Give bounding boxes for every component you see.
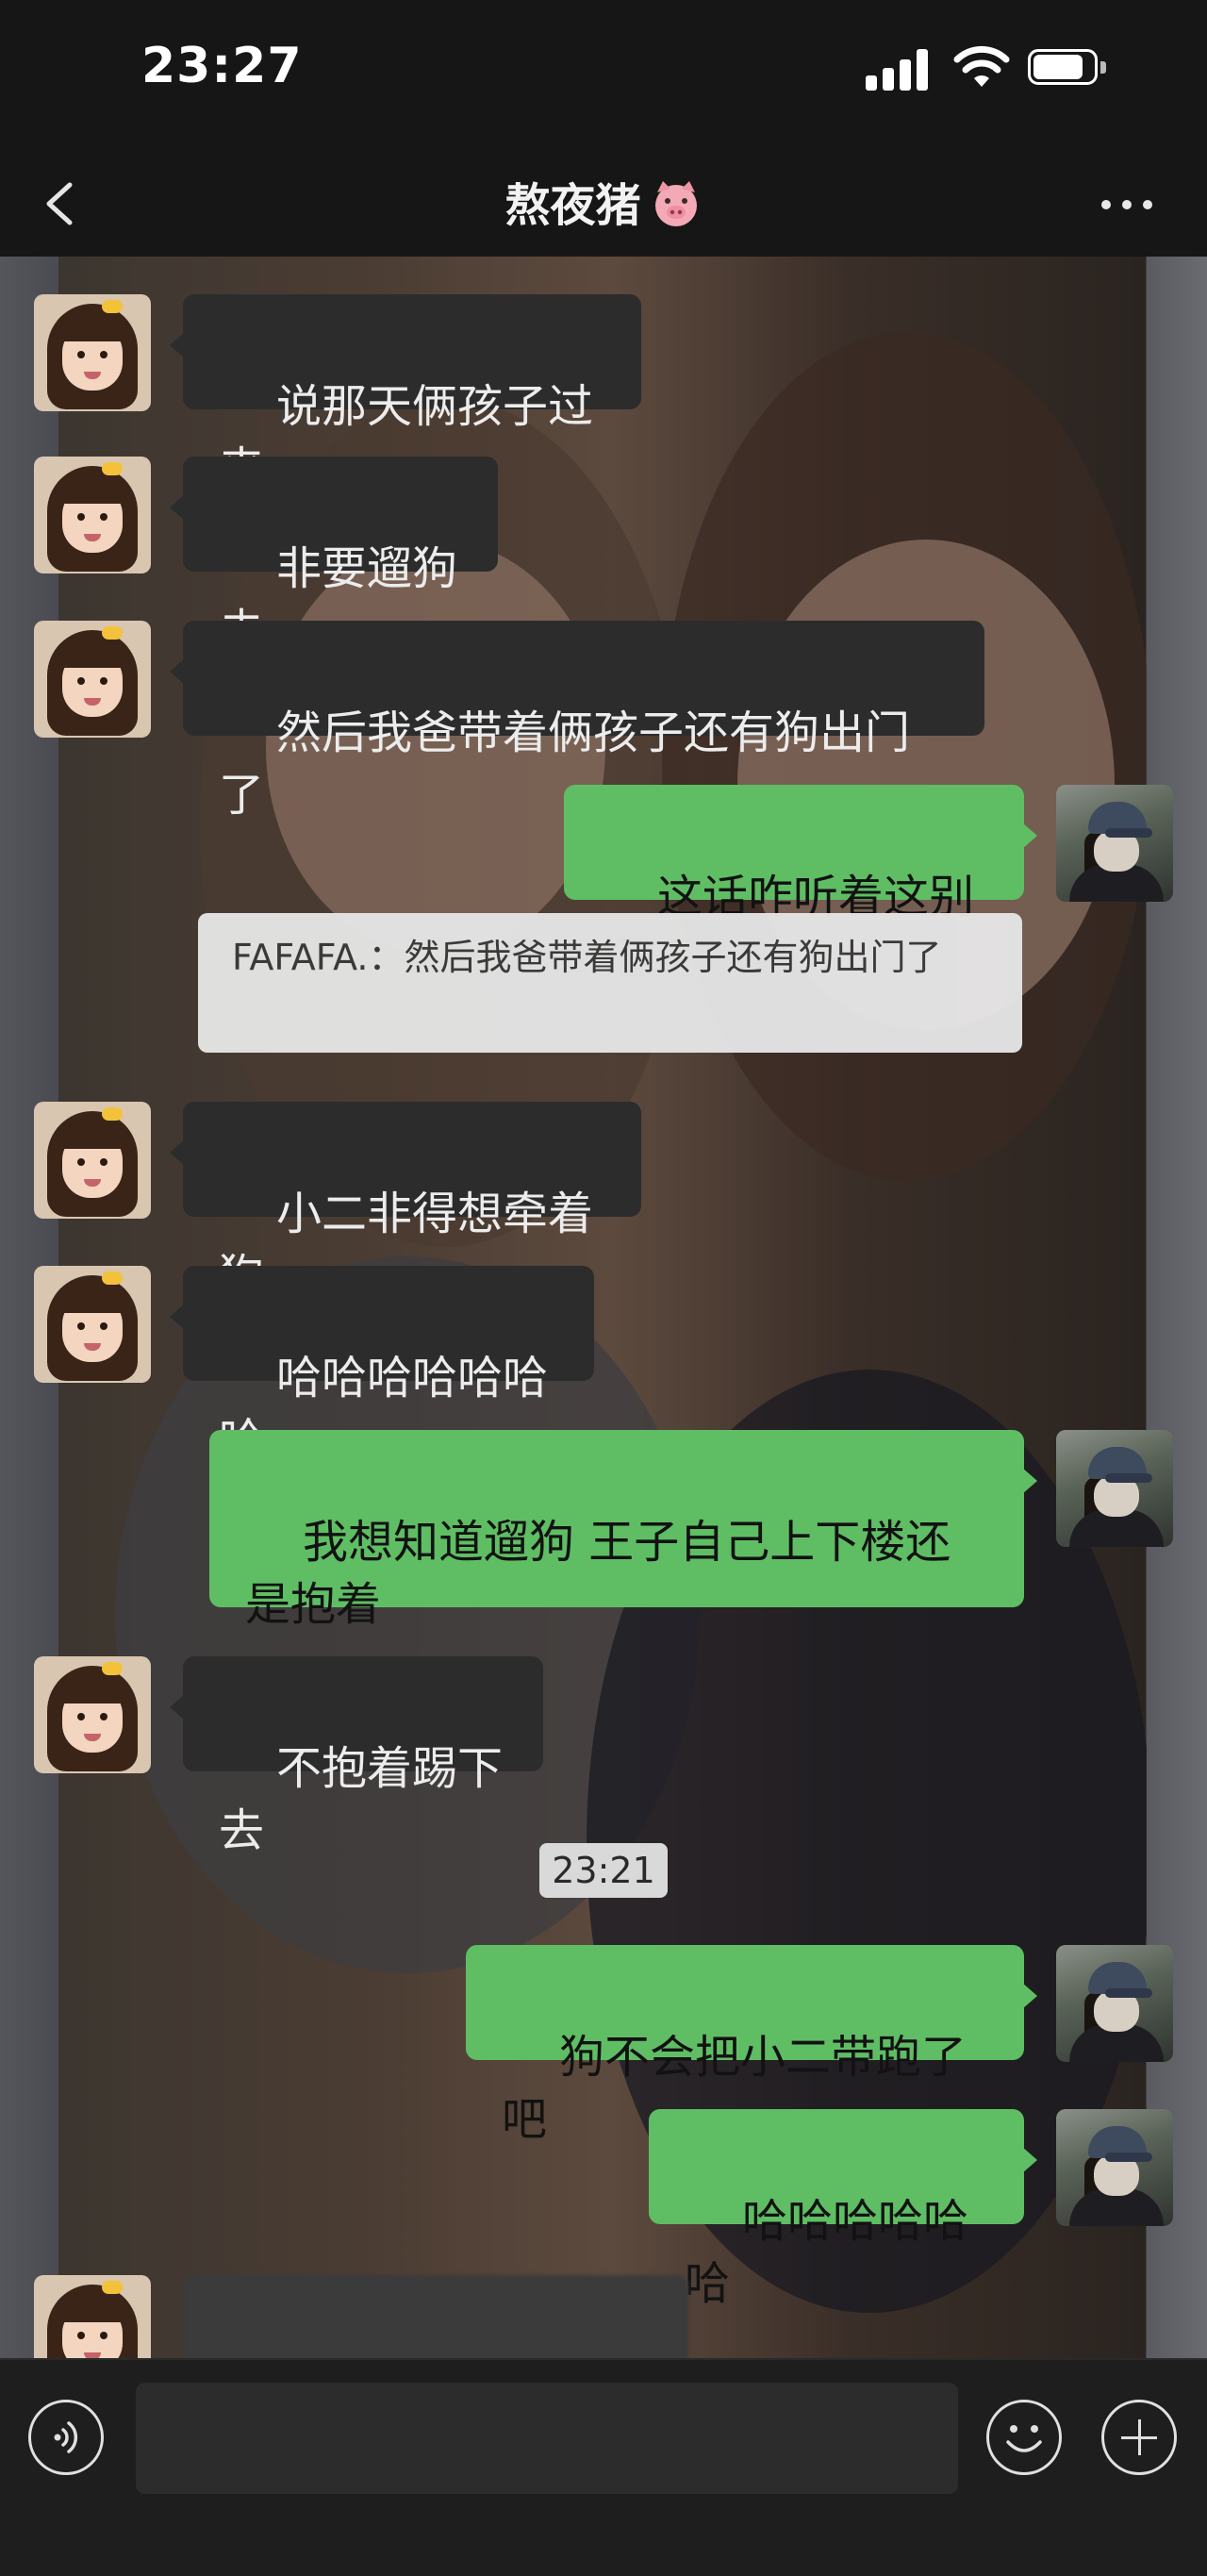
quoted-message-text: FAFAFA.：然后我爸带着俩孩子还有狗出门了 — [232, 937, 942, 978]
contact-avatar[interactable] — [34, 457, 151, 573]
contact-avatar[interactable] — [34, 1266, 151, 1383]
chat-title: 熬夜猪 — [0, 168, 1207, 234]
contact-avatar[interactable] — [34, 621, 151, 738]
my-avatar[interactable] — [1056, 1430, 1173, 1547]
my-avatar[interactable] — [1056, 785, 1173, 902]
incoming-message[interactable]: 不抱着踢下去 — [170, 1656, 543, 1857]
quoted-message[interactable]: FAFAFA.：然后我爸带着俩孩子还有狗出门了 — [198, 913, 1022, 1053]
my-avatar[interactable] — [1056, 1945, 1173, 2062]
outgoing-message[interactable]: 我想知道遛狗 王子自己上下楼还是抱着 — [209, 1430, 1037, 1631]
contact-avatar[interactable] — [34, 294, 151, 411]
plus-button[interactable] — [1101, 2400, 1177, 2475]
outgoing-message[interactable]: 狗不会把小二带跑了吧 — [466, 1945, 1037, 2146]
chat-message-list[interactable]: 说那天俩孩子过来 非要遛狗去 然后我爸带着俩孩子还有狗出门了 这话咋听着这别扭 … — [0, 257, 1207, 2358]
emoji-button[interactable] — [986, 2400, 1062, 2475]
incoming-message[interactable]: 哈哈哈哈哈哈哈 — [170, 1266, 594, 1467]
contact-avatar[interactable] — [34, 2275, 151, 2358]
cellular-signal-icon — [866, 47, 930, 91]
chat-title-text: 熬夜猪 — [504, 179, 641, 232]
message-input[interactable] — [136, 2383, 958, 2494]
outgoing-message[interactable]: 这话咋听着这别扭 — [564, 785, 1037, 986]
message-timestamp: 23:21 — [539, 1843, 668, 1898]
incoming-message[interactable]: 说那天俩孩子过来 — [170, 294, 641, 495]
nav-bar: 熬夜猪 — [0, 151, 1207, 257]
my-avatar[interactable] — [1056, 2109, 1173, 2226]
emoji-icon — [1006, 2425, 1042, 2452]
voice-icon — [54, 2421, 78, 2453]
outgoing-message[interactable]: 哈哈哈哈哈哈 — [649, 2109, 1037, 2310]
status-bar: 23:27 — [0, 0, 1207, 151]
status-time: 23:27 — [141, 38, 303, 94]
incoming-message-partial[interactable] — [183, 2275, 688, 2358]
input-bar — [0, 2358, 1207, 2576]
contact-avatar[interactable] — [34, 1656, 151, 1773]
incoming-message[interactable]: 然后我爸带着俩孩子还有狗出门了 — [170, 621, 984, 822]
contact-avatar[interactable] — [34, 1102, 151, 1219]
battery-icon — [1028, 49, 1107, 87]
pig-face-icon — [654, 181, 697, 226]
voice-button[interactable] — [28, 2400, 104, 2475]
incoming-message[interactable]: 小二非得想牵着狗 — [170, 1102, 641, 1303]
wifi-icon — [953, 45, 1010, 87]
more-options-button[interactable] — [1094, 179, 1160, 226]
incoming-message[interactable]: 非要遛狗去 — [170, 457, 498, 657]
